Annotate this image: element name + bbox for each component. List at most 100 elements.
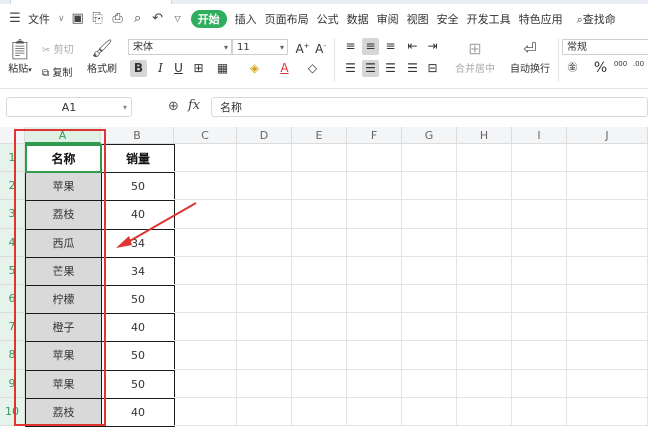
- row-header-9[interactable]: 9: [0, 369, 25, 398]
- file-menu[interactable]: 文件: [28, 11, 50, 27]
- column-header-c[interactable]: C: [174, 127, 237, 144]
- name-box[interactable]: A1 ▾: [6, 97, 132, 117]
- cell-d1[interactable]: [237, 144, 292, 173]
- cell-h3[interactable]: [457, 200, 512, 229]
- cell-d8[interactable]: [237, 341, 292, 370]
- cell-h7[interactable]: [457, 313, 512, 342]
- cell-c1[interactable]: [174, 144, 237, 173]
- cell-a6[interactable]: 柠檬: [25, 285, 102, 315]
- select-all-corner[interactable]: [0, 127, 25, 144]
- column-header-g[interactable]: G: [402, 127, 457, 144]
- cell-i3[interactable]: [512, 200, 567, 229]
- fx-icon[interactable]: fx: [188, 98, 200, 113]
- cell-j2[interactable]: [567, 172, 648, 201]
- cell-d2[interactable]: [237, 172, 292, 201]
- row-header-7[interactable]: 7: [0, 313, 25, 342]
- column-header-b[interactable]: B: [101, 127, 174, 144]
- cell-a2[interactable]: 苹果: [25, 172, 102, 202]
- cell-a4[interactable]: 西瓜: [25, 228, 102, 258]
- percent-icon[interactable]: %: [592, 60, 609, 77]
- justify-icon[interactable]: ☰: [404, 60, 421, 77]
- cell-g6[interactable]: [402, 285, 457, 314]
- cell-d6[interactable]: [237, 285, 292, 314]
- cell-j7[interactable]: [567, 313, 648, 342]
- cell-b4[interactable]: 34: [101, 228, 175, 258]
- cell-j9[interactable]: [567, 369, 648, 398]
- formula-input[interactable]: 名称: [211, 97, 648, 117]
- cell-b6[interactable]: 50: [101, 285, 175, 315]
- cell-a3[interactable]: 荔枝: [25, 200, 102, 230]
- fill-color-icon[interactable]: ◈: [246, 60, 263, 77]
- cell-j8[interactable]: [567, 341, 648, 370]
- cell-a1[interactable]: 名称: [25, 144, 102, 174]
- copy-button[interactable]: ⧉ 复制: [42, 64, 72, 79]
- cell-j10[interactable]: [567, 397, 648, 426]
- cell-h6[interactable]: [457, 285, 512, 314]
- cell-b5[interactable]: 34: [101, 256, 175, 286]
- cell-g10[interactable]: [402, 397, 457, 426]
- fill-pattern-icon[interactable]: ▦: [214, 60, 231, 77]
- thousands-icon[interactable]: 000: [612, 60, 629, 77]
- tab-special[interactable]: 特色应用: [519, 11, 563, 27]
- cell-c5[interactable]: [174, 256, 237, 285]
- borders-icon[interactable]: ⊞: [190, 60, 207, 77]
- cell-e9[interactable]: [292, 369, 347, 398]
- tab-formulas[interactable]: 公式: [317, 11, 339, 27]
- merge-center-button[interactable]: ⊞ 合并居中: [450, 38, 500, 80]
- cell-d10[interactable]: [237, 397, 292, 426]
- cell-a9[interactable]: 苹果: [25, 369, 102, 399]
- cell-b7[interactable]: 40: [101, 313, 175, 343]
- cell-g9[interactable]: [402, 369, 457, 398]
- cell-d7[interactable]: [237, 313, 292, 342]
- cell-c4[interactable]: [174, 228, 237, 257]
- cell-f1[interactable]: [347, 144, 402, 173]
- align-bottom-icon[interactable]: ≡: [382, 38, 399, 55]
- hamburger-icon[interactable]: ☰: [8, 12, 22, 26]
- zoom-icon[interactable]: ⊕: [168, 99, 179, 114]
- indent-increase-icon[interactable]: ⇥: [424, 38, 441, 55]
- cell-g3[interactable]: [402, 200, 457, 229]
- cell-d5[interactable]: [237, 256, 292, 285]
- cell-j1[interactable]: [567, 144, 648, 173]
- cell-i4[interactable]: [512, 228, 567, 257]
- cell-d9[interactable]: [237, 369, 292, 398]
- cell-h10[interactable]: [457, 397, 512, 426]
- tab-data[interactable]: 数据: [347, 11, 369, 27]
- cell-f9[interactable]: [347, 369, 402, 398]
- cell-h4[interactable]: [457, 228, 512, 257]
- cell-e6[interactable]: [292, 285, 347, 314]
- cell-e5[interactable]: [292, 256, 347, 285]
- cell-c8[interactable]: [174, 341, 237, 370]
- row-header-10[interactable]: 10: [0, 397, 25, 426]
- font-size-select[interactable]: 11 ▾: [232, 39, 288, 55]
- align-center-icon[interactable]: ☰: [362, 60, 379, 77]
- row-header-4[interactable]: 4: [0, 228, 25, 257]
- tab-review[interactable]: 审阅: [377, 11, 399, 27]
- row-header-1[interactable]: 1: [0, 144, 25, 173]
- tab-insert[interactable]: 插入: [235, 11, 257, 27]
- align-right-icon[interactable]: ☰: [382, 60, 399, 77]
- cell-h1[interactable]: [457, 144, 512, 173]
- cell-i7[interactable]: [512, 313, 567, 342]
- column-header-d[interactable]: D: [237, 127, 292, 144]
- align-left-icon[interactable]: ☰: [342, 60, 359, 77]
- cell-c9[interactable]: [174, 369, 237, 398]
- cell-b1[interactable]: 销量: [101, 144, 175, 174]
- export-icon[interactable]: ⎘: [91, 12, 105, 26]
- cell-h5[interactable]: [457, 256, 512, 285]
- cell-f8[interactable]: [347, 341, 402, 370]
- increase-font-icon[interactable]: A+: [294, 38, 311, 56]
- row-header-5[interactable]: 5: [0, 256, 25, 285]
- undo-icon[interactable]: ↶: [151, 12, 165, 26]
- cell-f3[interactable]: [347, 200, 402, 229]
- column-header-h[interactable]: H: [457, 127, 512, 144]
- cell-i9[interactable]: [512, 369, 567, 398]
- wrap-text-button[interactable]: ⏎ 自动换行: [506, 38, 554, 80]
- cell-f4[interactable]: [347, 228, 402, 257]
- align-middle-icon[interactable]: ≡: [362, 38, 379, 55]
- row-header-6[interactable]: 6: [0, 285, 25, 314]
- cell-e2[interactable]: [292, 172, 347, 201]
- paste-button[interactable]: 📋︎ 粘贴▾: [6, 38, 34, 78]
- cell-h9[interactable]: [457, 369, 512, 398]
- number-format-select[interactable]: 常规: [562, 39, 648, 55]
